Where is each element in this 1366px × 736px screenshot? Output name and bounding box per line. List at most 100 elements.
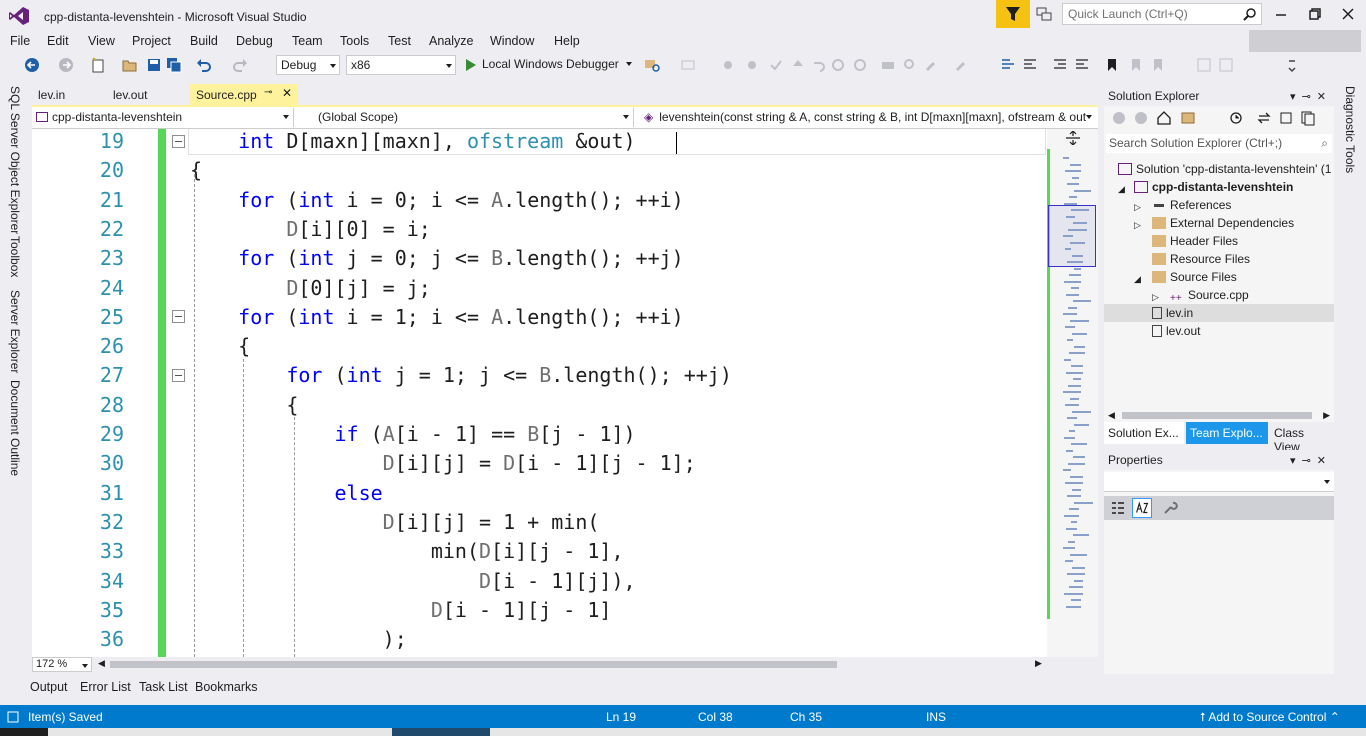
dropdown-icon[interactable]: ▾ [1290,455,1302,467]
properties-object-select[interactable] [1104,472,1334,492]
indent-icon[interactable] [1074,57,1090,73]
collapse-all-icon[interactable] [1278,110,1294,126]
tab-task-list[interactable]: Task List [139,680,188,694]
tree-item-references[interactable]: References [1152,196,1231,214]
find-icon[interactable] [644,57,660,73]
vertical-scrollbar-map[interactable] [1047,129,1098,657]
menu-analyze[interactable]: Analyze [429,34,473,48]
tree-item-solution[interactable]: Solution 'cpp-distanta-levenshtein' (1 [1118,160,1331,178]
forward-icon[interactable] [58,57,74,73]
undo-icon[interactable] [196,57,212,73]
pin-icon[interactable]: ⊸ [1302,91,1317,103]
tab-lev-out[interactable]: lev.out [107,84,153,106]
toolbar-overflow-icon[interactable] [1284,57,1300,73]
tree-item-lev-in[interactable]: lev.in [1104,304,1334,322]
back-icon[interactable] [1112,111,1126,125]
collapse-toggle[interactable] [172,369,185,382]
tab-toolbox[interactable]: Toolbox [8,236,22,277]
back-icon[interactable] [24,57,40,73]
sync-icon[interactable] [1256,110,1272,126]
menu-project[interactable]: Project [132,34,171,48]
new-project-icon[interactable] [90,57,106,73]
tab-lev-in[interactable]: lev.in [32,84,71,106]
solution-horizontal-scrollbar[interactable]: ◀ ▶ [1108,410,1330,420]
minimize-icon[interactable] [1271,4,1291,24]
code-editor[interactable]: 19 int D[maxn][maxn], ofstream &out) 20 {2… [32,129,1098,657]
close-icon[interactable]: ✕ [1317,455,1332,467]
horizontal-scroll-thumb[interactable] [110,661,837,668]
outdent-icon[interactable] [1052,57,1068,73]
tree-item-external-dependencies[interactable]: External Dependencies [1152,214,1294,232]
tree-item-source-files[interactable]: Source Files [1152,268,1237,286]
solution-search-input[interactable]: Search Solution Explorer (Ctrl+;) ⌕ [1106,134,1332,153]
tab-server-explorer[interactable]: Server Explorer [8,290,22,373]
menu-test[interactable]: Test [388,34,411,48]
tree-item-project[interactable]: cpp-distanta-levenshtein [1134,178,1293,196]
comment-icon[interactable] [1000,57,1016,73]
tree-item-header-files[interactable]: Header Files [1152,232,1238,250]
scope-dropdown[interactable]: (Global Scope) [298,108,634,127]
expanded-arrow-icon[interactable]: ◢ [1118,184,1125,195]
account-area[interactable] [1249,30,1361,52]
scroll-right-icon[interactable]: ▶ [1323,410,1330,421]
categorized-icon[interactable] [1110,500,1126,516]
forward-icon[interactable] [1134,111,1148,125]
split-icon[interactable] [1065,131,1081,145]
expanded-arrow-icon[interactable]: ◢ [1134,274,1141,285]
home-icon[interactable] [1156,110,1172,126]
menu-team[interactable]: Team [292,34,323,48]
open-file-icon[interactable] [122,57,138,73]
menu-debug[interactable]: Debug [236,34,273,48]
save-all-icon[interactable] [166,57,182,73]
bookmark-icon[interactable] [1104,57,1120,73]
tab-document-outline[interactable]: Document Outline [8,380,22,476]
scroll-thumb[interactable] [1122,412,1312,419]
collapse-toggle[interactable] [172,135,185,148]
pin-icon[interactable]: ⊸ [1302,455,1317,467]
tab-output[interactable]: Output [30,680,68,694]
close-icon[interactable] [1338,4,1358,24]
wrench-icon[interactable] [1162,500,1178,516]
dropdown-icon[interactable]: ▾ [1290,91,1302,103]
save-icon[interactable] [146,57,162,73]
tab-sql-server-object-explorer[interactable]: SQL Server Object Explorer [8,86,22,234]
tab-diagnostic-tools[interactable]: Diagnostic Tools [1343,86,1357,173]
menu-edit[interactable]: Edit [47,34,69,48]
source-control-button[interactable]: ⭡ Add to Source Control ⌃ [1200,710,1340,725]
menu-window[interactable]: Window [490,34,534,48]
pending-changes-icon[interactable] [1228,110,1244,126]
tab-bookmarks[interactable]: Bookmarks [195,680,258,694]
menu-tools[interactable]: Tools [340,34,369,48]
collapsed-arrow-icon[interactable]: ▷ [1152,292,1159,303]
tab-solution-explorer[interactable]: Solution Ex... [1104,422,1184,444]
feedback-icon[interactable] [1036,6,1052,22]
tab-class-view[interactable]: Class View [1270,422,1334,454]
menu-view[interactable]: View [88,34,115,48]
uncomment-icon[interactable] [1022,57,1038,73]
scroll-left-icon[interactable]: ◀ [1108,410,1115,421]
menu-build[interactable]: Build [190,34,218,48]
restore-icon[interactable] [1305,4,1325,24]
zoom-select[interactable]: 172 % [32,657,92,672]
start-debugging-button[interactable]: Local Windows Debugger [464,55,633,75]
redo-icon[interactable] [232,57,248,73]
collapse-toggle[interactable] [172,310,185,323]
close-tab-icon[interactable]: ✕ [282,86,292,100]
tab-team-explorer[interactable]: Team Explo... [1186,422,1268,444]
tab-source-cpp[interactable]: Source.cpp ⊸ ✕ [190,84,298,106]
tree-item-source-cpp[interactable]: ++ Source.cpp [1170,286,1249,304]
scroll-right-icon[interactable]: ▶ [1035,658,1042,669]
platform-select[interactable]: x86 [346,55,456,75]
configuration-select[interactable]: Debug [276,55,340,75]
menu-help[interactable]: Help [554,34,580,48]
quick-launch-input[interactable]: Quick Launch (Ctrl+Q) [1062,3,1262,25]
project-dropdown[interactable]: cpp-distanta-levenshtein [32,108,294,127]
menu-file[interactable]: File [10,34,30,48]
close-icon[interactable]: ✕ [1317,91,1332,103]
show-all-files-icon[interactable] [1300,110,1316,126]
tab-error-list[interactable]: Error List [80,680,131,694]
tree-item-lev-out[interactable]: lev.out [1152,322,1200,340]
switch-views-icon[interactable] [1180,110,1196,126]
alphabetical-icon[interactable] [1132,498,1152,518]
scroll-left-icon[interactable]: ◀ [98,658,105,669]
